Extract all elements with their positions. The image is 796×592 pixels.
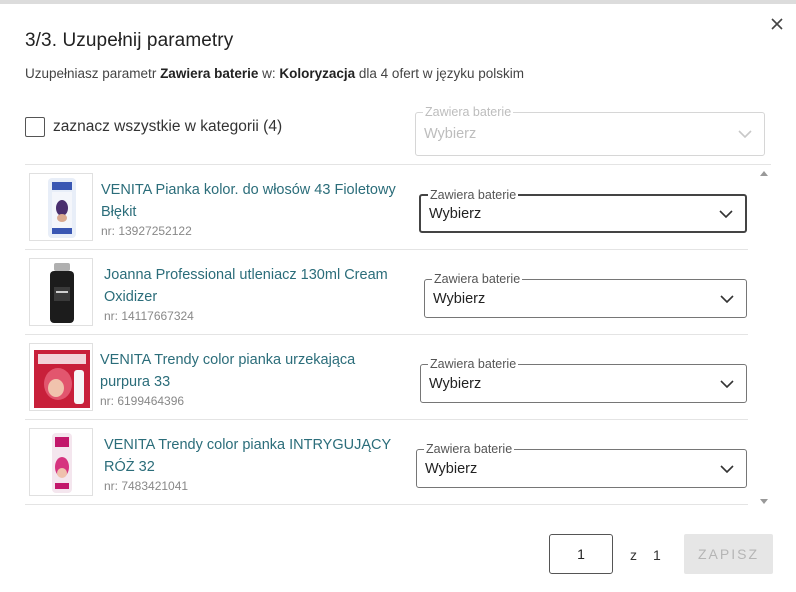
product-image [29,428,93,496]
scroll-up-icon[interactable] [760,171,768,176]
close-icon[interactable] [768,15,786,33]
battery-select[interactable]: Zawiera baterie Wybierz [419,187,747,233]
offer-name-link[interactable]: Joanna Professional utleniacz 130ml Crea… [104,264,409,308]
product-image [29,258,93,326]
chevron-down-icon [738,130,752,138]
field-legend: Zawiera baterie [428,187,519,203]
dialog-subtitle: Uzupełniasz parametr Zawiera baterie w: … [25,66,524,81]
subtitle-suffix: dla 4 ofert w języku polskim [355,66,524,81]
select-all-checkbox[interactable] [25,117,45,137]
offer-number: nr: 13927252122 [101,224,192,238]
offer-number: nr: 7483421041 [104,479,189,493]
offers-list: VENITA Pianka kolor. do włosów 43 Fiolet… [25,164,771,509]
dialog-title: 3/3. Uzupełnij parametry [25,30,234,51]
subtitle-prefix: Uzupełniasz parametr [25,66,161,81]
field-legend: Zawiera baterie [424,441,515,457]
select-all-row[interactable]: zaznacz wszystkie w kategorii (4) [25,117,282,137]
field-legend: Zawiera baterie [428,356,519,372]
subtitle-param: Zawiera baterie [160,66,259,81]
page-number-input[interactable]: 1 [549,534,613,574]
field-value: Wybierz [433,290,486,307]
field-legend: Zawiera baterie [423,104,514,120]
subtitle-mid: w: [258,66,280,81]
offer-row: VENITA Trendy color pianka INTRYGUJĄCY R… [25,420,748,505]
product-image [29,343,93,411]
field-legend: Zawiera baterie [432,271,523,287]
field-value: Wybierz [429,375,482,392]
product-image [29,173,93,241]
battery-select[interactable]: Zawiera baterie Wybierz [420,356,747,403]
pagination-total: 1 [653,547,661,563]
select-all-label: zaznacz wszystkie w kategorii (4) [53,118,283,135]
pagination-of-label: z [630,547,637,563]
field-value: Wybierz [424,126,477,142]
offer-number: nr: 14117667324 [104,309,194,323]
subtitle-category: Koloryzacja [279,66,356,81]
offer-name-link[interactable]: VENITA Trendy color pianka INTRYGUJĄCY R… [104,434,409,478]
offer-row: VENITA Trendy color pianka urzekająca pu… [25,335,748,420]
offer-number: nr: 6199464396 [100,394,185,408]
chevron-down-icon [719,209,733,218]
field-value: Wybierz [425,460,478,477]
bulk-battery-select: Zawiera baterie Wybierz [415,104,765,156]
offer-name-link[interactable]: VENITA Pianka kolor. do włosów 43 Fiolet… [101,179,406,223]
offer-name-link[interactable]: VENITA Trendy color pianka urzekająca pu… [100,349,405,393]
offer-row: VENITA Pianka kolor. do włosów 43 Fiolet… [25,165,748,250]
battery-select[interactable]: Zawiera baterie Wybierz [416,441,747,488]
parameters-dialog: 3/3. Uzupełnij parametry Uzupełniasz par… [0,4,796,592]
chevron-down-icon [720,464,734,473]
chevron-down-icon [720,379,734,388]
list-scrollbar[interactable] [757,165,771,509]
scroll-down-icon[interactable] [760,499,768,504]
offer-row: Joanna Professional utleniacz 130ml Crea… [25,250,748,335]
save-button[interactable]: ZAPISZ [684,534,773,574]
field-value: Wybierz [429,205,482,222]
chevron-down-icon [720,294,734,303]
battery-select[interactable]: Zawiera baterie Wybierz [424,271,747,318]
